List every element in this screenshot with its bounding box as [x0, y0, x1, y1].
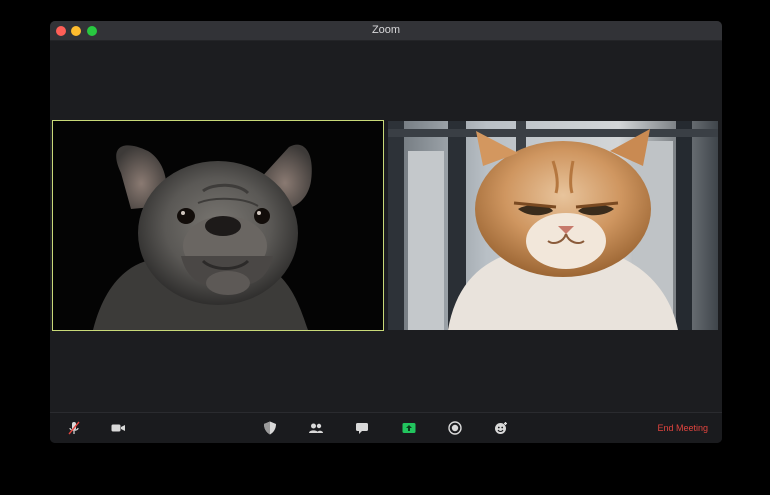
participant-video-dog[interactable] [52, 120, 384, 331]
video-gallery [50, 41, 722, 412]
share-screen-button[interactable] [399, 419, 419, 437]
video-camera-icon [111, 424, 125, 432]
reactions-icon [495, 422, 507, 434]
end-meeting-button[interactable]: End Meeting [657, 413, 708, 443]
reactions-button[interactable] [491, 419, 511, 437]
video-button[interactable] [108, 419, 128, 437]
security-shield-icon [264, 421, 276, 435]
mute-microphone-icon [68, 421, 80, 435]
security-button[interactable] [260, 419, 280, 437]
title-bar[interactable]: Zoom [50, 21, 722, 41]
participant-video-cat[interactable] [388, 121, 718, 330]
participants-button[interactable] [306, 419, 326, 437]
mute-button[interactable] [64, 419, 84, 437]
record-icon [448, 421, 462, 435]
window-title: Zoom [371, 24, 401, 36]
participants-icon [309, 423, 323, 433]
chat-button[interactable] [352, 419, 372, 437]
record-button[interactable] [445, 419, 465, 437]
zoom-window: Zoom End Meeting [50, 21, 722, 443]
meeting-toolbar: End Meeting [50, 412, 722, 443]
cat-video-image [388, 121, 718, 330]
dog-video-image [53, 121, 383, 330]
share-screen-icon [402, 423, 416, 433]
chat-icon [356, 423, 368, 434]
